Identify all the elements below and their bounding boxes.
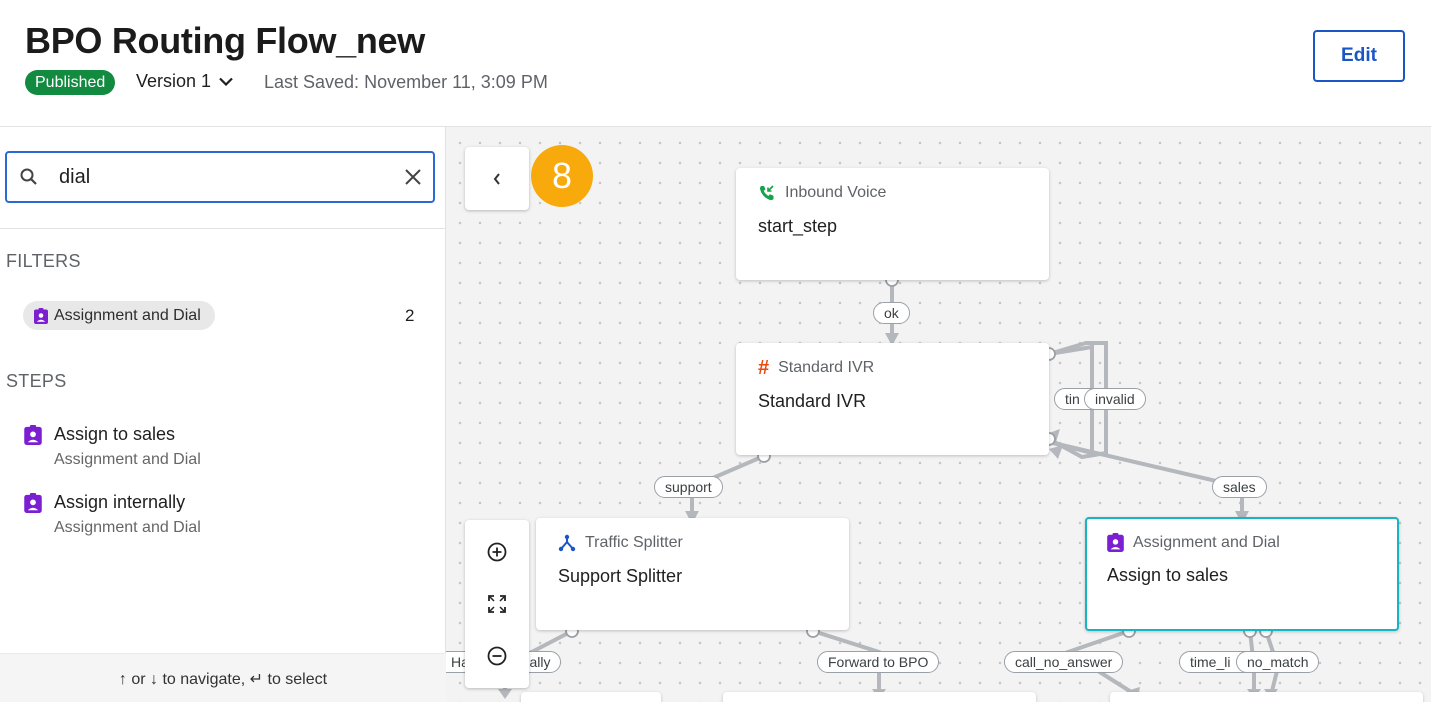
filters-heading: FILTERS (6, 251, 81, 271)
step-type: Assignment and Dial (54, 519, 201, 536)
node-type-label: Traffic Splitter (585, 534, 683, 551)
node-partial-left[interactable] (521, 692, 661, 702)
zoom-out-icon (487, 646, 507, 666)
hash-icon: # (758, 357, 770, 379)
keyboard-hint: ↑ or ↓ to navigate, ↵ to select (0, 653, 446, 702)
node-type: Inbound Voice (758, 184, 886, 202)
edge-label-no-match: no_match (1236, 651, 1320, 673)
edge-label-forward-to-bpo: Forward to BPO (817, 651, 940, 673)
zoom-out-button[interactable] (485, 644, 509, 668)
node-type-label: Inbound Voice (785, 184, 887, 201)
node-type-label: Standard IVR (778, 359, 875, 376)
node-type: Assignment and Dial (1107, 533, 1280, 552)
version-dropdown[interactable]: Version 1 (136, 71, 233, 92)
edge-label-support: support (654, 476, 723, 498)
fit-screen-icon (488, 595, 506, 613)
node-type-label: Assignment and Dial (1133, 533, 1280, 551)
node-title: Standard IVR (758, 391, 867, 411)
search-panel: FILTERS Assignment and Dial 2 STEPS Assi… (0, 127, 446, 702)
node-title: Support Splitter (558, 566, 683, 586)
status-badge: Published (25, 70, 116, 95)
edit-button[interactable]: Edit (1313, 30, 1405, 82)
search-box (5, 151, 435, 203)
flow-canvas[interactable]: 8 Inbound Voice start_step # Standard IV… (446, 127, 1431, 702)
clear-search-icon[interactable] (403, 167, 423, 187)
assignment-icon (34, 307, 48, 324)
step-type: Assignment and Dial (54, 451, 201, 468)
assignment-icon (24, 425, 42, 445)
edge-label-sales: sales (1212, 476, 1267, 498)
filter-chip-label: Assignment and Dial (54, 306, 201, 324)
step-name: Assign to sales (54, 424, 176, 444)
search-input[interactable] (59, 164, 389, 190)
chevron-left-icon (493, 172, 500, 185)
page-header: BPO Routing Flow_new Published Version 1… (0, 0, 1431, 127)
step-name: Assign internally (54, 492, 186, 512)
phone-inbound-icon (760, 185, 774, 201)
step-result-assign-internally[interactable]: Assign internally Assignment and Dial (24, 492, 424, 540)
divider (0, 228, 446, 229)
node-title: Assign to sales (1107, 565, 1229, 585)
node-partial-right[interactable] (1110, 692, 1423, 702)
search-icon (20, 168, 37, 185)
node-title: start_step (758, 216, 838, 236)
edge-label-call-no-answer: call_no_answer (1004, 651, 1124, 673)
step-result-assign-to-sales[interactable]: Assign to sales Assignment and Dial (24, 424, 424, 472)
assignment-icon (24, 493, 42, 513)
node-standard-ivr[interactable]: # Standard IVR Standard IVR (736, 343, 1049, 455)
node-assign-to-sales[interactable]: Assignment and Dial Assign to sales (1085, 517, 1399, 631)
filter-count: 2 (405, 306, 415, 325)
node-type: # Standard IVR (758, 357, 875, 379)
chevron-down-icon (219, 77, 233, 86)
zoom-in-icon (487, 542, 507, 562)
assignment-icon (1107, 533, 1124, 552)
splitter-icon (558, 534, 576, 552)
page-title: BPO Routing Flow_new (25, 20, 425, 61)
zoom-in-button[interactable] (485, 540, 509, 564)
fit-view-button[interactable] (485, 592, 509, 616)
result-count-badge: 8 (531, 145, 593, 207)
zoom-controls (465, 520, 529, 688)
node-start-step[interactable]: Inbound Voice start_step (736, 168, 1049, 280)
collapse-panel-button[interactable] (465, 147, 529, 210)
node-support-splitter[interactable]: Traffic Splitter Support Splitter (536, 518, 849, 630)
filter-chip-assignment-and-dial[interactable]: Assignment and Dial (23, 301, 215, 330)
steps-heading: STEPS (6, 371, 67, 391)
last-saved-text: Last Saved: November 11, 3:09 PM (264, 72, 548, 92)
edge-label-ok: ok (873, 302, 910, 324)
node-partial-forward[interactable] (723, 692, 1036, 702)
node-type: Traffic Splitter (558, 534, 683, 552)
version-label: Version 1 (136, 71, 212, 91)
edge-label-invalid: invalid (1084, 388, 1146, 410)
